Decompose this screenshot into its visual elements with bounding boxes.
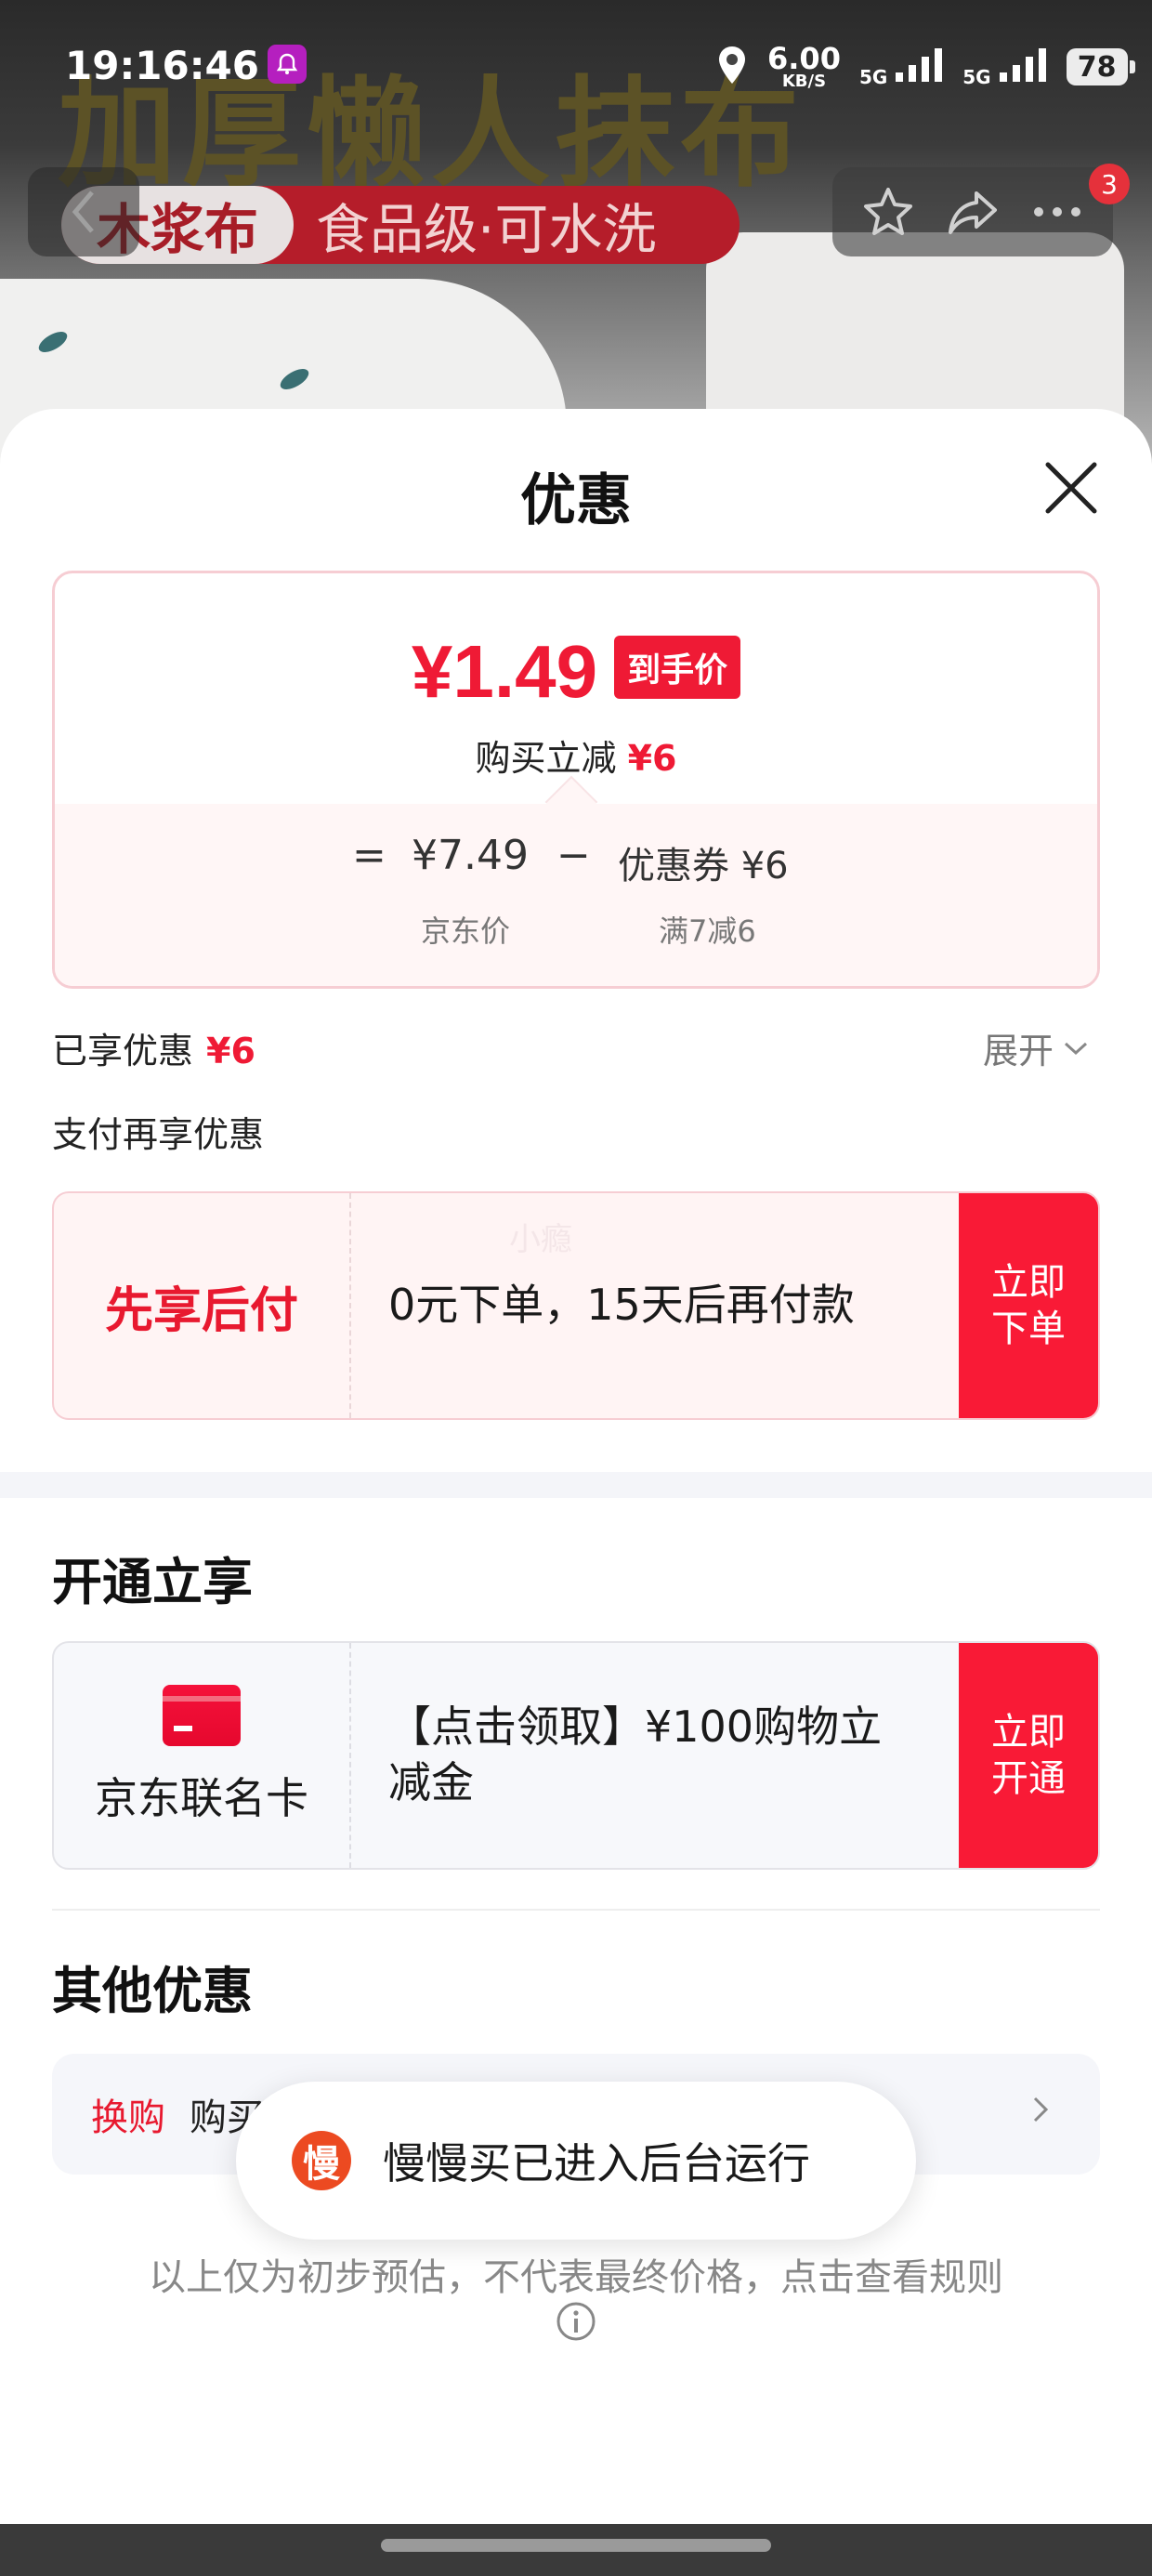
more-options-icon[interactable] [1027,181,1088,243]
expand-label: 展开 [983,1031,1054,1071]
divider [52,1909,1100,1911]
reduction-line: 购买立减 ¥6 [55,729,1097,781]
top-action-group [832,167,1113,256]
pay-later-desc: 0元下单，15天后再付款 [388,1280,855,1331]
open-section-title: 开通立享 [52,1553,253,1611]
other-section-title: 其他优惠 [52,1962,253,2020]
exchange-tag: 换购 [91,2096,165,2139]
pay-more-label: 支付再享优惠 [52,1114,265,1155]
coupon-label: 满7减6 [659,913,756,949]
section-divider [0,1472,1152,1498]
final-price-row: ¥1.49 到手价 [55,629,1097,715]
pay-later-card[interactable]: 先享后付 小瘾 0元下单，15天后再付款 立即下单 [52,1191,1100,1420]
minus-sign: − [556,832,591,879]
jd-card-desc: 【点击领取】¥100购物立减金 [388,1702,883,1807]
disclaimer-link[interactable]: 以上仅为初步预估，不代表最终价格，点击查看规则 [0,2247,1152,2301]
signal-icon: 5G [962,46,1047,88]
enjoyed-value: ¥6 [206,1031,255,1071]
chevron-left-icon [72,191,94,233]
hero-pill-right: 食品级·可水洗 [316,198,657,261]
toast-text: 慢慢买已进入后台运行 [383,2138,810,2188]
battery-icon: 78 [1066,48,1135,85]
jd-card-offer[interactable]: 京东联名卡 【点击领取】¥100购物立减金 立即开通 [52,1641,1100,1870]
pay-later-name: 先享后付 [104,1282,298,1339]
jd-card-desc-cell: 【点击领取】¥100购物立减金 [351,1643,959,1868]
price-breakdown-card: ¥1.49 到手价 购买立减 ¥6 = ¥7.49 − 优惠券 ¥6 京东价 满7… [52,571,1100,989]
coupon-value: 优惠券 ¥6 [618,845,789,887]
close-icon [1045,462,1097,514]
share-icon[interactable] [942,181,1003,243]
info-icon[interactable] [556,2301,596,2342]
net-speed: 6.00 KB/S [767,41,841,91]
pay-later-desc-cell: 小瘾 0元下单，15天后再付款 [351,1193,959,1418]
favorite-star-icon[interactable] [857,181,919,243]
jd-card-name: 京东联名卡 [95,1773,308,1823]
enjoyed-discount: 已享优惠 ¥6 [52,1022,255,1073]
order-now-button[interactable]: 立即下单 [959,1193,1098,1418]
price-top: ¥1.49 到手价 购买立减 ¥6 [55,573,1097,804]
enjoyed-label: 已享优惠 [52,1031,194,1071]
signal-icon: 5G [859,46,944,88]
credit-card-icon [163,1685,241,1746]
status-bar: 19:16:46 6.00 KB/S 5G 5G 78 [0,0,1152,139]
status-icons: 6.00 KB/S 5G 5G 78 [715,39,1135,95]
sheet-title: 优惠 [520,468,632,533]
open-now-button[interactable]: 立即开通 [959,1643,1098,1868]
hero-feature-pill: 木浆布 食品级·可水洗 [61,186,740,264]
jd-price: ¥7.49 [412,832,529,879]
expand-button[interactable]: 展开 [983,1022,1089,1073]
close-button[interactable] [1039,455,1104,520]
chevron-right-icon [1033,2096,1049,2123]
location-icon [715,45,749,89]
jd-price-label: 京东价 [421,913,511,949]
jd-card-cell: 京东联名卡 [54,1643,351,1868]
message-count-badge: 3 [1089,164,1130,204]
status-time: 19:16:46 [65,43,259,88]
notification-bell-icon [268,45,307,84]
home-indicator[interactable] [381,2539,771,2552]
final-price-tag: 到手价 [614,636,741,699]
back-button[interactable] [28,167,139,256]
equals-sign: = [352,832,386,879]
final-price: ¥1.49 [411,630,598,713]
reduction-value: ¥6 [627,738,677,779]
chevron-down-icon [1065,1042,1088,1055]
reduction-label: 购买立减 [475,738,617,779]
background-toast: 慢 慢慢买已进入后台运行 [236,2082,916,2240]
manmanmai-app-icon: 慢 [292,2131,351,2190]
discount-sheet: 优惠 ¥1.49 到手价 购买立减 ¥6 = ¥7.49 − 优惠券 ¥6 京东价… [0,409,1152,2524]
price-formula: = ¥7.49 − 优惠券 ¥6 京东价 满7减6 [55,775,1097,986]
pay-later-name-cell: 先享后付 [54,1193,351,1418]
watermark-text: 小瘾 [509,1221,572,1258]
